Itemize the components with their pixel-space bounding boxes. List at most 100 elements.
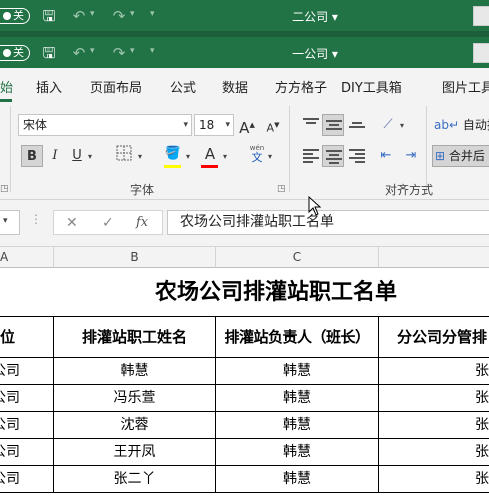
column-header-b[interactable]: B [54,247,216,268]
insert-function-icon[interactable]: fx [136,215,148,230]
borders-dropdown-icon[interactable]: ▾ [138,152,142,161]
wrap-text-label: 自动换 [462,118,489,132]
header-cell-station-leader[interactable]: 排灌站负责人（班长） [216,317,379,358]
fill-color-button[interactable]: 🪣 [162,143,184,165]
underline-button[interactable]: U [66,145,88,167]
cell-unit[interactable]: 公司 [0,439,54,466]
cell-staff-name[interactable]: 冯乐萱 [54,385,216,412]
fill-color-dropdown-icon[interactable]: ▾ [186,152,190,161]
cell-staff-name[interactable]: 韩慧 [54,358,216,385]
underline-dropdown-icon[interactable]: ▾ [88,152,92,161]
font-name-value: 宋体 [23,118,48,132]
header-cell-branch-manager[interactable]: 分公司分管排 [379,317,489,358]
align-left-button[interactable] [300,145,322,167]
formula-input[interactable]: 农场公司排灌站职工名单 [167,210,489,235]
window-control[interactable] [473,43,489,63]
header-cell-staff-name[interactable]: 排灌站职工姓名 [54,317,216,358]
cell-branch-manager[interactable]: 张 [379,385,489,412]
name-box[interactable]: ▾ [0,210,20,235]
wrap-text-button[interactable]: ab↵ 自动换 [434,116,489,133]
orientation-dropdown-icon[interactable]: ▾ [400,121,404,130]
merge-label: 合并后 [448,149,485,163]
cell-station-leader[interactable]: 韩慧 [216,466,379,493]
tab-diy-toolbox[interactable]: DIY工具箱 [341,77,402,96]
cancel-icon[interactable]: ✕ [66,215,78,231]
phonetic-bottom: 文 [251,151,263,164]
align-top-button[interactable] [300,114,322,136]
bold-button[interactable]: B [21,145,43,167]
save-icon[interactable]: 🖫 [40,7,58,25]
cell-staff-name[interactable]: 沈蓉 [54,412,216,439]
decrease-indent-button[interactable]: ⇤ [375,145,397,167]
increase-indent-icon: ⇥ [405,148,417,163]
cell-staff-name[interactable]: 张二丫 [54,466,216,493]
column-header-a[interactable]: A [0,247,54,268]
undo-dropdown-icon[interactable]: ▾ [90,9,95,19]
chevron-down-icon: ▾ [3,216,8,226]
phonetic-dropdown-icon[interactable]: ▾ [268,152,272,161]
grow-font-button[interactable]: A▲ [236,114,258,137]
column-header-c[interactable]: C [216,247,379,268]
customize-toolbar-icon[interactable]: ▾ [150,46,155,56]
autosave-toggle[interactable]: 关 [0,8,30,24]
redo-dropdown-icon[interactable]: ▾ [130,46,135,56]
cell-unit[interactable]: 公司 [0,466,54,493]
cell-station-leader[interactable]: 韩慧 [216,385,379,412]
align-middle-button[interactable] [322,114,344,136]
header-cell-unit[interactable]: 位 [0,317,54,358]
cell-unit[interactable]: 公司 [0,412,54,439]
italic-button[interactable]: I [44,145,66,167]
cell-unit[interactable]: 公司 [0,358,54,385]
tab-insert[interactable]: 插入 [36,77,62,96]
undo-icon[interactable]: ↶ [70,44,88,62]
merge-center-button[interactable]: ⊞ 合并后 [432,145,489,167]
redo-icon[interactable]: ↷ [110,44,128,62]
tab-page-layout[interactable]: 页面布局 [90,77,142,96]
font-size-select[interactable]: 18 ▾ [194,114,234,136]
cell-station-leader[interactable]: 韩慧 [216,412,379,439]
enter-icon[interactable]: ✓ [102,215,114,231]
shrink-font-button[interactable]: A▼ [262,114,284,136]
cell-branch-manager[interactable]: 张 [379,466,489,493]
align-bottom-button[interactable] [346,114,368,136]
undo-dropdown-icon[interactable]: ▾ [90,46,95,56]
cell-unit[interactable]: 公司 [0,385,54,412]
column-header-d[interactable] [379,247,489,268]
tab-data[interactable]: 数据 [222,77,248,96]
sheet-title-cell[interactable]: 农场公司排灌站职工名单 [0,268,489,316]
alignment-group-label: 对齐方式 [385,183,434,197]
ribbon-tabs: 始 插入 页面布局 公式 数据 方方格子 DIY工具箱 图片工具 [0,68,489,102]
borders-button[interactable] [113,145,135,167]
font-dialog-launcher-icon[interactable]: ◳ [277,184,286,194]
phonetic-guide-button[interactable]: wén 文 [248,143,266,163]
autosave-toggle[interactable]: 关 [0,45,30,61]
redo-dropdown-icon[interactable]: ▾ [130,9,135,19]
decrease-indent-icon: ⇤ [380,148,392,163]
group-separator [289,106,290,192]
align-right-button[interactable] [346,145,368,167]
window-control[interactable] [473,6,489,26]
tab-home[interactable]: 始 [0,77,13,96]
tab-fangfang-gezi[interactable]: 方方格子 [275,77,327,96]
font-name-select[interactable]: 宋体 ▾ [18,114,192,136]
formula-bar-grip-icon[interactable]: ⋮ [30,212,42,226]
orientation-button[interactable]: ⟋ [377,114,399,136]
chevron-down-icon: ▾ [225,120,230,130]
tab-formulas[interactable]: 公式 [170,77,196,96]
align-center-button[interactable] [322,145,344,167]
clipboard-dialog-launcher-icon[interactable]: ◳ [0,184,9,194]
cell-branch-manager[interactable]: 张 [379,412,489,439]
cell-branch-manager[interactable]: 张 [379,358,489,385]
font-color-dropdown-icon[interactable]: ▾ [223,152,227,161]
cell-station-leader[interactable]: 韩慧 [216,358,379,385]
increase-indent-button[interactable]: ⇥ [400,145,422,167]
cell-branch-manager[interactable]: 张 [379,439,489,466]
redo-icon[interactable]: ↷ [110,7,128,25]
font-color-button[interactable]: A [199,143,221,165]
customize-toolbar-icon[interactable]: ▾ [150,9,155,19]
tab-picture-tools[interactable]: 图片工具 [442,77,489,96]
undo-icon[interactable]: ↶ [70,7,88,25]
cell-staff-name[interactable]: 王开凤 [54,439,216,466]
save-icon[interactable]: 🖫 [40,44,58,62]
cell-station-leader[interactable]: 韩慧 [216,439,379,466]
